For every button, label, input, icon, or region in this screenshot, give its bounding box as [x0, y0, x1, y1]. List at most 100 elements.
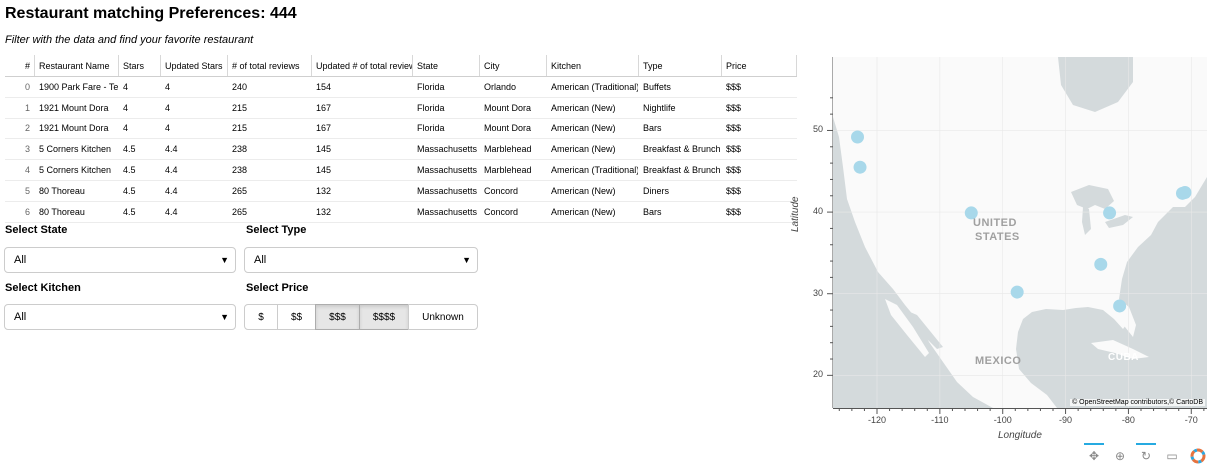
table-cell[interactable]: Massachusetts [413, 202, 480, 222]
column-header[interactable]: Stars [119, 55, 161, 76]
map-attribution[interactable]: © OpenStreetMap contributors,© CartoDB [1070, 399, 1205, 406]
table-cell[interactable]: 167 [312, 98, 413, 118]
table-cell[interactable]: $$$ [722, 202, 797, 222]
table-cell[interactable]: $$$ [722, 160, 797, 180]
table-cell[interactable]: American (New) [547, 119, 639, 139]
table-row[interactable]: 2 1921 Mount Dora 4 4 215 167 Florida Mount Dor… [5, 119, 797, 140]
table-cell[interactable]: 1900 Park Fare - Te [35, 77, 119, 97]
table-cell[interactable]: 4.4 [161, 181, 228, 201]
table-cell[interactable]: 215 [228, 98, 312, 118]
table-cell[interactable]: American (Traditional) [547, 77, 639, 97]
table-row[interactable]: 6 80 Thoreau 4.5 4.4 265 132 Massachusetts Conc… [5, 202, 797, 223]
table-cell[interactable]: 215 [228, 119, 312, 139]
table-cell[interactable]: Breakfast & Brunch [639, 160, 722, 180]
table-cell[interactable]: $$$ [722, 77, 797, 97]
table-cell[interactable]: 5 Corners Kitchen [35, 139, 119, 159]
column-header[interactable]: Updated # of total reviews [312, 55, 413, 76]
table-cell[interactable]: 4 [161, 77, 228, 97]
row-index[interactable]: 1 [5, 98, 35, 118]
table-cell[interactable]: American (New) [547, 202, 639, 222]
table-cell[interactable]: American (Traditional) [547, 160, 639, 180]
table-cell[interactable]: 4.5 [119, 160, 161, 180]
table-row[interactable]: 5 80 Thoreau 4.5 4.4 265 132 Massachusetts Conc… [5, 181, 797, 202]
table-cell[interactable]: Florida [413, 119, 480, 139]
restaurant-table[interactable]: # Restaurant Name Stars Updated Stars # … [5, 55, 797, 223]
column-header[interactable]: # of total reviews [228, 55, 312, 76]
table-cell[interactable]: 4.5 [119, 202, 161, 222]
table-cell[interactable]: Marblehead [480, 139, 547, 159]
table-cell[interactable]: American (New) [547, 139, 639, 159]
table-cell[interactable]: $$$ [722, 181, 797, 201]
table-row[interactable]: 45 Corners Kitchen 4.5 4.4 238 145 Massachuse… [5, 160, 797, 181]
table-cell[interactable]: Nightlife [639, 98, 722, 118]
table-cell[interactable]: 4 [119, 98, 161, 118]
restaurant-point[interactable] [1094, 257, 1108, 271]
table-cell[interactable]: American (New) [547, 98, 639, 118]
price-button-1[interactable]: $ [244, 304, 278, 330]
price-button-3[interactable]: $$$ [315, 304, 360, 330]
table-row[interactable]: 0 1900 Park Fare - Te 4 4 240 154 Florida Orlan… [5, 77, 797, 98]
table-cell[interactable]: 1921 Mount Dora [35, 98, 119, 118]
table-cell[interactable]: Mount Dora [480, 119, 547, 139]
column-header[interactable]: Updated Stars [161, 55, 228, 76]
table-cell[interactable]: Orlando [480, 77, 547, 97]
column-header[interactable]: City [480, 55, 547, 76]
row-index[interactable]: 3 [5, 139, 35, 159]
column-header[interactable]: # [5, 55, 35, 76]
table-cell[interactable]: 80 Thoreau [35, 202, 119, 222]
column-header[interactable]: Kitchen [547, 55, 639, 76]
type-select[interactable]: All ▼ [244, 247, 478, 273]
table-row[interactable]: 1 1921 Mount Dora 4 4 215 167 Florida Mount Dor… [5, 98, 797, 119]
column-header[interactable]: State [413, 55, 480, 76]
table-cell[interactable]: Mount Dora [480, 98, 547, 118]
table-cell[interactable]: 1921 Mount Dora [35, 119, 119, 139]
table-cell[interactable]: Breakfast & Brunch [639, 139, 722, 159]
table-cell[interactable]: Concord [480, 202, 547, 222]
price-button-unknown[interactable]: Unknown [408, 304, 478, 330]
table-cell[interactable]: 4 [161, 98, 228, 118]
table-cell[interactable]: 4.5 [119, 139, 161, 159]
row-index[interactable]: 6 [5, 202, 35, 222]
table-cell[interactable]: 132 [312, 202, 413, 222]
table-cell[interactable]: 4.5 [119, 181, 161, 201]
restaurant-point[interactable] [1113, 299, 1127, 313]
table-cell[interactable]: Marblehead [480, 160, 547, 180]
pan-icon[interactable]: ✥ [1084, 443, 1104, 466]
table-cell[interactable]: $$$ [722, 119, 797, 139]
table-cell[interactable]: 154 [312, 77, 413, 97]
table-cell[interactable]: 4 [161, 119, 228, 139]
table-cell[interactable]: Bars [639, 202, 722, 222]
table-cell[interactable]: 145 [312, 160, 413, 180]
table-cell[interactable]: Bars [639, 119, 722, 139]
map-plot[interactable]: UNITED STATES MEXICO CUBA © OpenStreetMa… [833, 57, 1207, 408]
restaurant-point[interactable] [1103, 206, 1117, 220]
table-cell[interactable]: 4 [119, 77, 161, 97]
column-header[interactable]: Restaurant Name [35, 55, 119, 76]
table-cell[interactable]: 265 [228, 181, 312, 201]
table-cell[interactable]: 167 [312, 119, 413, 139]
table-cell[interactable]: Massachusetts [413, 160, 480, 180]
table-cell[interactable]: 5 Corners Kitchen [35, 160, 119, 180]
table-cell[interactable]: 238 [228, 160, 312, 180]
table-cell[interactable]: Massachusetts [413, 181, 480, 201]
row-index[interactable]: 4 [5, 160, 35, 180]
kitchen-select[interactable]: All ▼ [4, 304, 236, 330]
row-index[interactable]: 0 [5, 77, 35, 97]
restaurant-point[interactable] [851, 130, 865, 144]
restaurant-point[interactable] [1178, 186, 1192, 200]
column-header[interactable]: Type [639, 55, 722, 76]
bokeh-logo[interactable] [1188, 446, 1208, 466]
table-cell[interactable]: 80 Thoreau [35, 181, 119, 201]
price-button-4[interactable]: $$$$ [359, 304, 409, 330]
price-button-2[interactable]: $$ [277, 304, 316, 330]
table-cell[interactable]: 4 [119, 119, 161, 139]
column-header[interactable]: Price [722, 55, 797, 76]
table-cell[interactable]: 240 [228, 77, 312, 97]
table-cell[interactable]: Buffets [639, 77, 722, 97]
wheel-zoom-icon[interactable]: ⊕ [1110, 446, 1130, 466]
table-cell[interactable]: 132 [312, 181, 413, 201]
row-index[interactable]: 5 [5, 181, 35, 201]
reset-icon[interactable]: ↻ [1136, 443, 1156, 466]
table-cell[interactable]: 4.4 [161, 160, 228, 180]
table-cell[interactable]: Florida [413, 77, 480, 97]
